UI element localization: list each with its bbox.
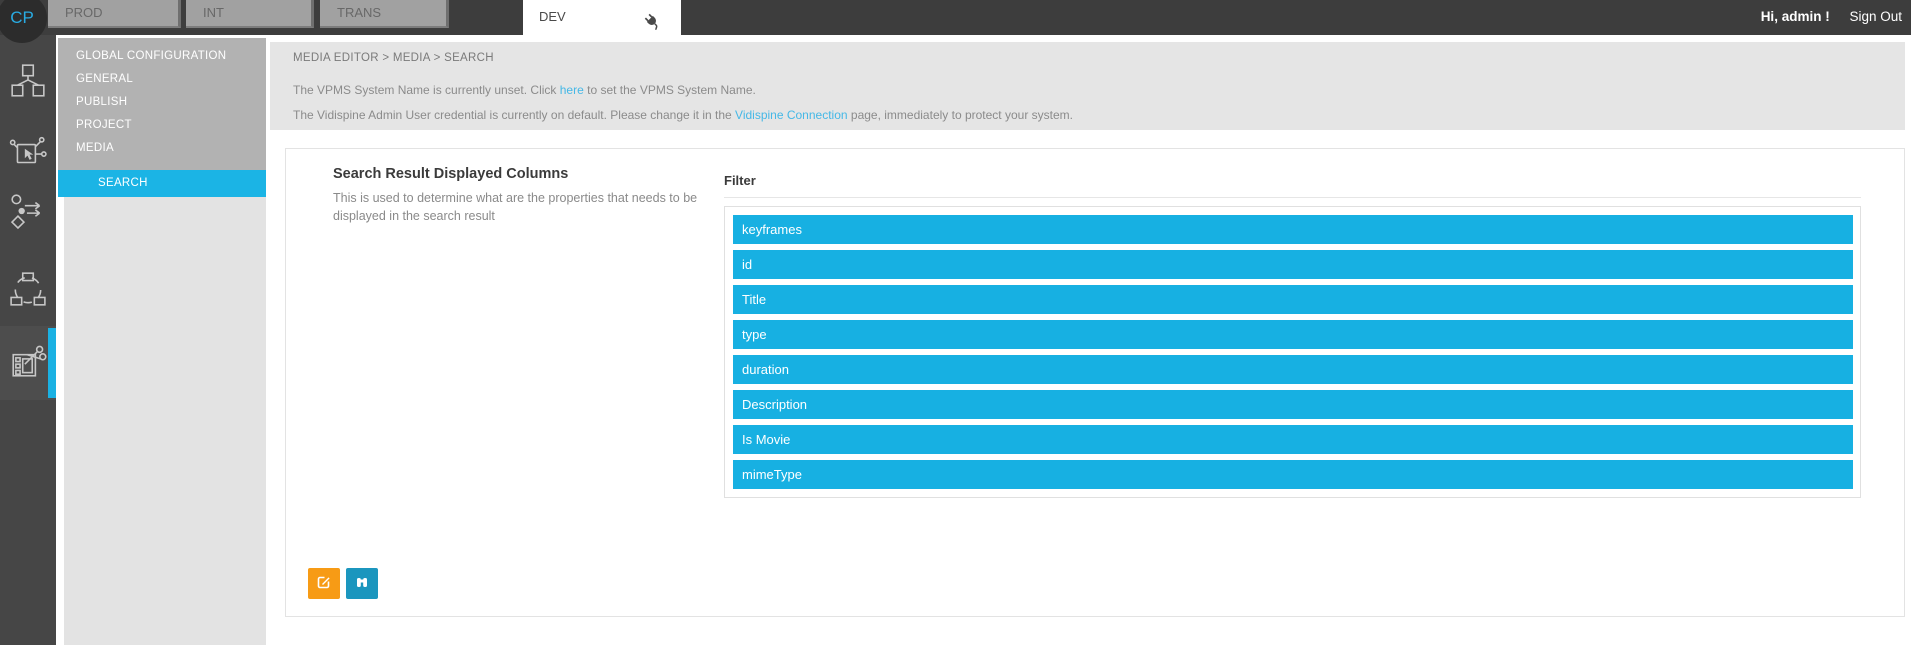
menu-item-global-configuration[interactable]: GLOBAL CONFIGURATION — [58, 45, 266, 68]
notice-vpms-here-link[interactable]: here — [560, 83, 584, 97]
config-menu: GLOBAL CONFIGURATION GENERAL PUBLISH PRO… — [58, 38, 266, 197]
config-menu-lower-area — [64, 197, 266, 645]
menu-item-search-active[interactable]: SEARCH — [58, 170, 266, 197]
breadcrumb: MEDIA EDITOR > MEDIA > SEARCH — [293, 52, 494, 64]
distribution-cycle-icon — [9, 270, 47, 313]
tab-int-label: INT — [203, 5, 224, 20]
notice-vidispine-text-before: The Vidispine Admin User credential is c… — [293, 108, 735, 122]
icon-sidebar — [0, 0, 56, 645]
tab-dev-label: DEV — [539, 9, 566, 24]
topbar-user-area: Hi, admin ! Sign Out — [1761, 0, 1902, 35]
menu-item-general[interactable]: GENERAL — [58, 68, 266, 91]
notice-vpms-text-after: to set the VPMS System Name. — [584, 83, 756, 97]
menu-item-publish[interactable]: PUBLISH — [58, 91, 266, 114]
tab-trans-label: TRANS — [337, 5, 381, 20]
filter-list: keyframes id Title type duration Descrip… — [724, 206, 1861, 498]
filter-item-mimetype[interactable]: mimeType — [733, 460, 1853, 489]
sidebar-item-workflow[interactable] — [0, 191, 56, 235]
sidebar-item-assets[interactable] — [0, 61, 56, 105]
filter-item-title[interactable]: Title — [733, 285, 1853, 314]
sidebar-item-interactive[interactable] — [0, 133, 56, 177]
media-editor-icon — [9, 342, 47, 385]
plug-icon — [644, 9, 661, 42]
sidebar-item-distribution[interactable] — [0, 269, 56, 313]
filter-item-id[interactable]: id — [733, 250, 1853, 279]
filter-item-description[interactable]: Description — [733, 390, 1853, 419]
workflow-icon — [9, 192, 47, 235]
edit-button[interactable] — [308, 568, 340, 599]
filter-divider — [724, 197, 1861, 198]
filter-item-is-movie[interactable]: Is Movie — [733, 425, 1853, 454]
assets-cubes-icon — [9, 62, 47, 105]
notice-vpms-name: The VPMS System Name is currently unset.… — [293, 83, 756, 97]
filter-item-duration[interactable]: duration — [733, 355, 1853, 384]
active-icon-indicator — [48, 328, 56, 398]
filter-label: Filter — [724, 173, 756, 188]
user-greeting: Hi, admin ! — [1761, 9, 1830, 24]
tab-trans[interactable]: TRANS — [320, 0, 449, 28]
sign-out-link[interactable]: Sign Out — [1849, 9, 1902, 24]
edit-icon — [316, 574, 332, 593]
content-panel: Search Result Displayed Columns This is … — [285, 148, 1905, 617]
tab-int[interactable]: INT — [186, 0, 314, 28]
tab-prod-label: PROD — [65, 5, 103, 20]
notice-vidispine-credential: The Vidispine Admin User credential is c… — [293, 108, 1073, 122]
filter-item-keyframes[interactable]: keyframes — [733, 215, 1853, 244]
app-root: PROD INT TRANS DEV Hi, admin ! Sign O — [0, 0, 1911, 645]
notice-vidispine-text-after: page, immediately to protect your system… — [848, 108, 1073, 122]
interactive-config-icon — [9, 134, 47, 177]
app-logo-text: CP — [10, 8, 34, 28]
top-bar: PROD INT TRANS DEV Hi, admin ! Sign O — [0, 0, 1911, 35]
tab-prod[interactable]: PROD — [48, 0, 181, 28]
page-title: Search Result Displayed Columns — [333, 166, 568, 182]
menu-item-media[interactable]: MEDIA — [58, 137, 266, 160]
page-description: This is used to determine what are the p… — [333, 189, 713, 225]
menu-item-project[interactable]: PROJECT — [58, 114, 266, 137]
binoculars-icon — [354, 574, 370, 593]
notice-band: MEDIA EDITOR > MEDIA > SEARCH The VPMS S… — [270, 42, 1905, 130]
preview-search-button[interactable] — [346, 568, 378, 599]
filter-item-type[interactable]: type — [733, 320, 1853, 349]
tab-dev[interactable]: DEV — [523, 0, 681, 35]
vidispine-connection-link[interactable]: Vidispine Connection — [735, 108, 848, 122]
notice-vpms-text-before: The VPMS System Name is currently unset.… — [293, 83, 560, 97]
